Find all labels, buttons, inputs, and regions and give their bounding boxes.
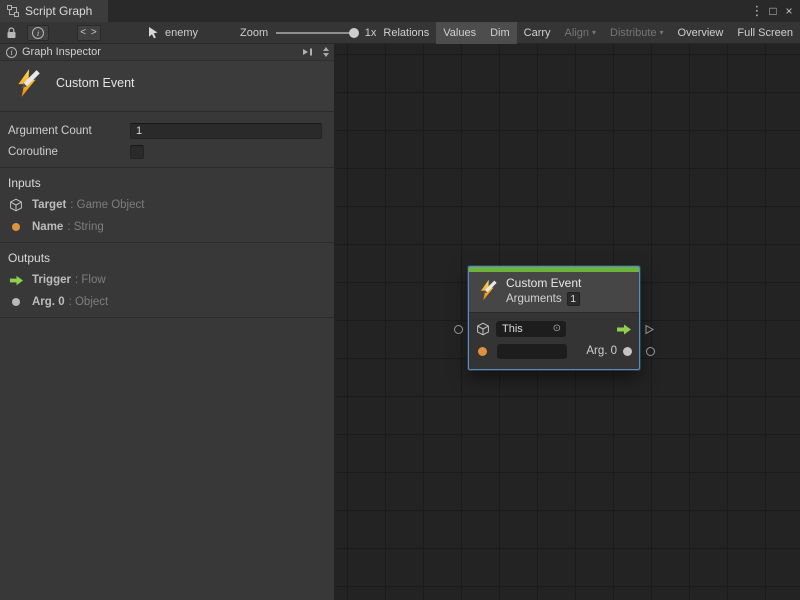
argument-count-row: Argument Count [8,120,322,141]
coroutine-checkbox[interactable] [130,145,144,159]
info-icon: i [32,27,44,39]
custom-event-icon [13,68,43,111]
argument-count-input[interactable] [130,123,322,139]
lock-icon[interactable] [6,27,17,39]
port-type: : Game Object [70,199,144,211]
game-object-icon [8,198,24,212]
port-name: Trigger [32,274,71,286]
overview-button[interactable]: Overview [671,22,731,44]
custom-event-node[interactable]: Custom Event Arguments 1 [468,266,640,370]
coroutine-label: Coroutine [8,146,130,158]
distribute-label: Distribute [610,27,656,39]
event-settings: Argument Count Coroutine [0,112,334,168]
arg0-port-connector[interactable] [646,347,655,356]
argument-count-label: Argument Count [8,125,130,137]
dock-icon[interactable] [302,47,314,57]
tab-script-graph[interactable]: Script Graph [0,0,108,22]
port-name: Arg. 0 [32,296,65,308]
trigger-flow-arrow-icon [616,324,632,335]
relations-button[interactable]: Relations [376,22,436,44]
custom-event-icon [477,279,499,304]
toolbar-button-group: Relations Values Dim Carry Align ▾ Distr… [376,22,800,44]
chevron-down-icon: ▾ [592,28,596,37]
target-dropdown[interactable]: This ⊙ [496,321,566,337]
code-view-button[interactable]: < > [77,25,101,41]
port-type: : String [67,221,103,233]
graph-canvas[interactable]: Custom Event Arguments 1 [335,44,800,600]
arg0-label: Arg. 0 [586,345,617,357]
target-port-connector[interactable] [454,325,463,334]
script-graph-icon [7,5,19,17]
trigger-port-connector[interactable] [644,324,655,335]
name-port-row: Arg. 0 [476,340,632,362]
dim-button[interactable]: Dim [483,22,517,44]
output-port-row: Trigger : Flow [8,269,326,291]
values-button[interactable]: Values [436,22,483,44]
info-icon: i [6,47,17,58]
node-header: Custom Event Arguments 1 [469,272,639,312]
tab-label: Script Graph [25,4,92,18]
zoom-slider-track [276,32,357,34]
graph-inspector-panel: i Graph Inspector [0,44,335,600]
port-type: : Object [69,296,109,308]
inspector-header: i Graph Inspector [0,44,334,61]
input-port-row: Name : String [8,216,326,238]
inputs-section: Inputs Target : Game Object Name : Strin… [0,168,334,243]
zoom-label: Zoom [240,27,268,39]
distribute-dropdown-button[interactable]: Distribute ▾ [603,22,670,44]
string-port-icon [8,223,24,231]
chevron-down-icon: ▾ [660,28,664,37]
outputs-heading: Outputs [8,251,326,265]
graph-reference[interactable]: enemy [147,26,198,39]
game-object-icon [476,322,490,336]
flow-arrow-icon [8,275,24,286]
align-label: Align [565,27,589,39]
node-arguments-value[interactable]: 1 [567,292,580,306]
target-port-row: This ⊙ [476,318,632,340]
window-controls: ⋮ □ × [749,0,800,22]
port-name: Target [32,199,66,211]
port-type: : Flow [75,274,106,286]
event-title: Custom Event [56,76,135,111]
coroutine-row: Coroutine [8,141,322,162]
object-picker-icon[interactable]: ⊙ [553,324,561,334]
zoom-value: 1x [365,27,377,39]
node-header-text: Custom Event Arguments 1 [506,276,581,306]
target-dropdown-value: This [502,323,523,335]
inspector-toggle-button[interactable]: i [27,25,49,41]
maximize-icon[interactable]: □ [765,2,781,20]
outputs-section: Outputs Trigger : Flow Arg. 0 : Object [0,243,334,318]
zoom-slider-knob[interactable] [349,28,359,38]
unity-script-graph-window: Script Graph ⋮ □ × i < > enemy [0,0,800,600]
inputs-heading: Inputs [8,176,326,190]
titlebar: Script Graph ⋮ □ × [0,0,800,22]
inspector-title: Graph Inspector [22,46,101,58]
cursor-icon [147,26,160,39]
node-title: Custom Event [506,276,581,291]
graph-name-label: enemy [165,27,198,39]
carry-button[interactable]: Carry [517,22,558,44]
node-body: This ⊙ Arg. 0 [469,312,639,369]
object-port-icon [623,347,632,356]
graph-toolbar: i < > enemy Zoom 1x Relations Values Dim… [0,22,800,44]
window-menu-icon[interactable]: ⋮ [749,2,765,20]
port-name: Name [32,221,63,233]
event-header: Custom Event [0,61,334,112]
fullscreen-button[interactable]: Full Screen [730,22,800,44]
align-dropdown-button[interactable]: Align ▾ [558,22,603,44]
event-name-input[interactable] [497,344,567,359]
close-icon[interactable]: × [781,2,797,20]
scroll-spinner[interactable] [323,47,329,57]
output-port-row: Arg. 0 : Object [8,291,326,313]
string-port-icon [478,347,487,356]
input-port-row: Target : Game Object [8,194,326,216]
zoom-slider[interactable] [276,27,357,39]
node-arguments-label: Arguments [506,292,562,306]
object-port-icon [8,298,24,306]
